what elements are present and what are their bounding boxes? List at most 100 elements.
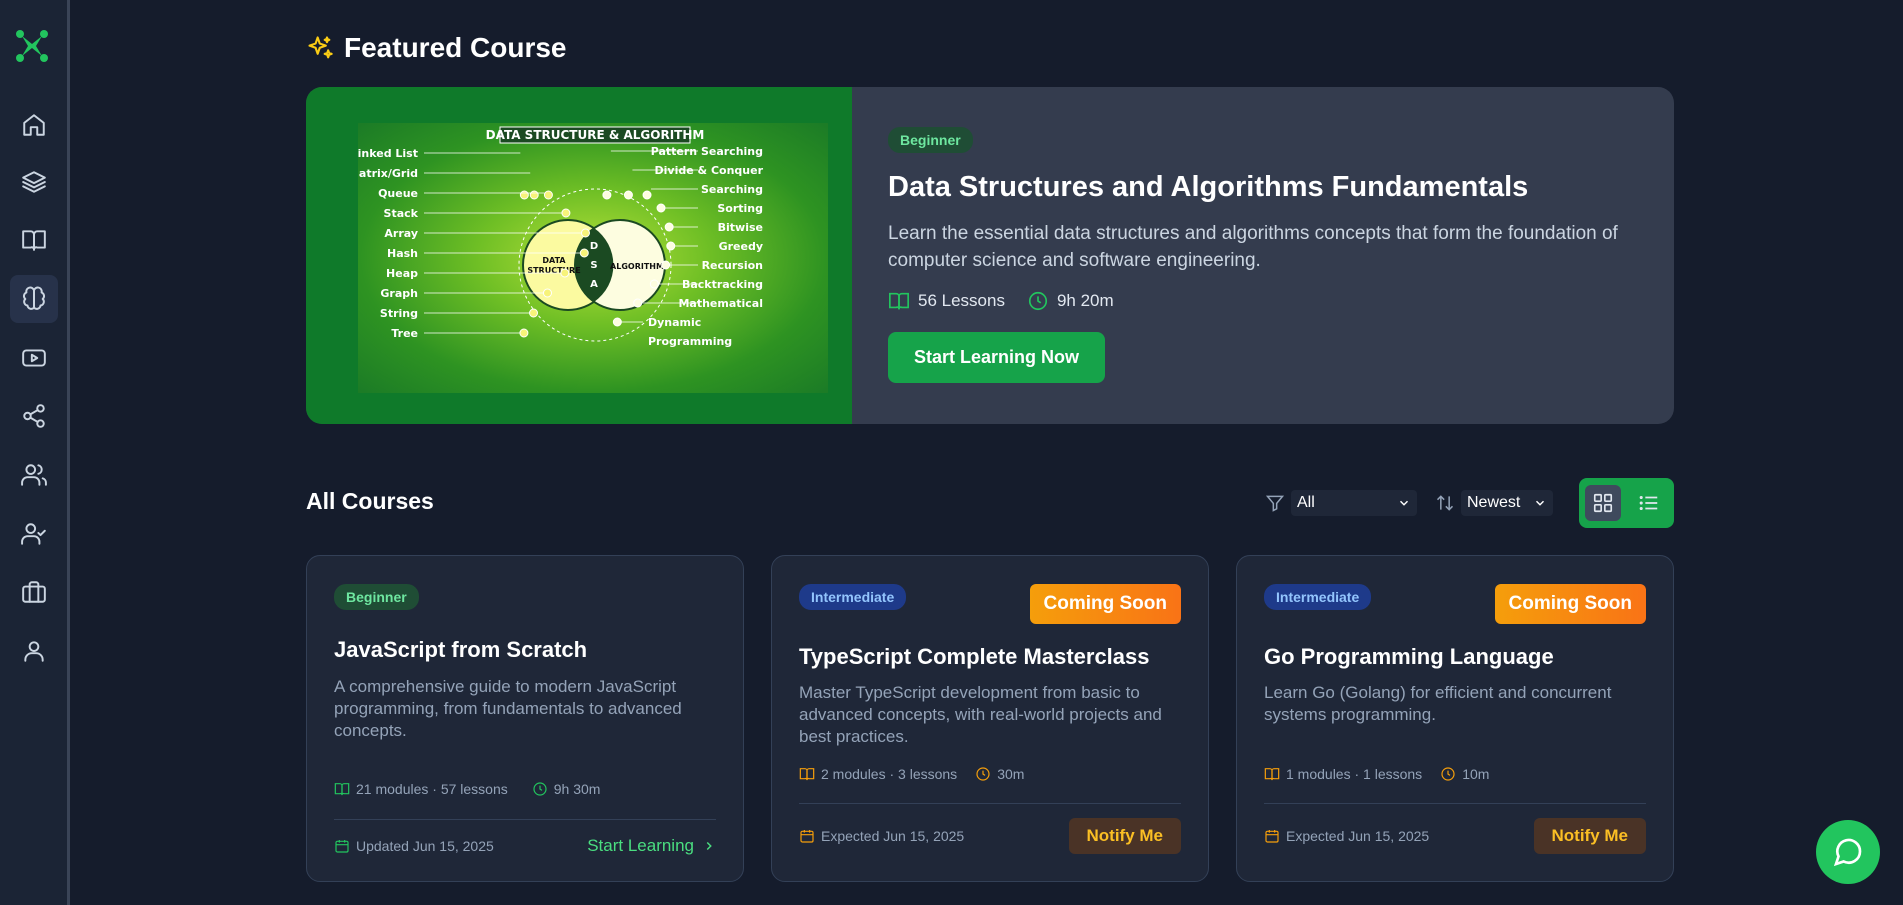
diagram-right-label: Mathematical bbox=[678, 297, 763, 310]
level-badge: Intermediate bbox=[1264, 584, 1372, 610]
filter-icon bbox=[1265, 495, 1285, 512]
featured-course-meta: 56 Lessons 9h 20m bbox=[888, 290, 1628, 312]
featured-course-image: DATA STRUCTURE & ALGORITHM DATA STRUCTUR… bbox=[306, 87, 852, 424]
diagram-node bbox=[529, 308, 539, 318]
course-meta: 1 modules · 1 lessons 10m bbox=[1264, 766, 1489, 782]
card-footer: Updated Jun 15, 2025 Start Learning bbox=[334, 831, 716, 861]
diagram-left-label: Heap bbox=[386, 267, 418, 280]
book-open-icon bbox=[889, 292, 909, 310]
lesson-count: 56 Lessons bbox=[918, 291, 1005, 310]
sidebar-item-home[interactable] bbox=[10, 101, 58, 149]
clock-icon bbox=[533, 782, 547, 796]
svg-text:STRUCTURE: STRUCTURE bbox=[527, 266, 580, 275]
notify-me-button[interactable]: Notify Me bbox=[1068, 818, 1181, 854]
course-title: JavaScript from Scratch bbox=[334, 637, 588, 662]
view-toggle bbox=[1579, 478, 1674, 528]
svg-text:S: S bbox=[590, 260, 597, 271]
diagram-right-label: Divide & Conquer bbox=[655, 164, 764, 177]
sort-icon bbox=[1436, 495, 1454, 511]
calendar-icon bbox=[800, 830, 814, 843]
course-duration: 30m bbox=[997, 766, 1025, 782]
home-icon bbox=[23, 114, 45, 136]
diagram-right-label: Greedy bbox=[719, 240, 763, 253]
featured-section-title: Featured Course bbox=[344, 32, 567, 63]
level-badge: Beginner bbox=[888, 127, 973, 153]
diagram-right-label: Dynamic bbox=[648, 316, 701, 329]
diagram-left-label: Hash bbox=[387, 247, 418, 260]
course-title: Go Programming Language bbox=[1264, 644, 1554, 669]
diagram-right-label: Searching bbox=[701, 183, 763, 196]
svg-text:DATA: DATA bbox=[542, 256, 566, 265]
course-date: Updated Jun 15, 2025 bbox=[334, 838, 494, 854]
coming-soon-badge: Coming Soon bbox=[1494, 584, 1646, 624]
sidebar-item-profile[interactable] bbox=[10, 627, 58, 675]
diagram-left-label: Graph bbox=[380, 287, 418, 300]
diagram-node bbox=[542, 288, 552, 298]
app-logo-icon[interactable] bbox=[12, 28, 52, 64]
book-open-icon bbox=[334, 783, 350, 796]
level-badge: Beginner bbox=[334, 584, 419, 610]
course-card[interactable]: Beginner JavaScript from Scratch A compr… bbox=[306, 555, 744, 882]
sidebar-item-videos[interactable] bbox=[10, 334, 58, 382]
grid-view-button[interactable] bbox=[1585, 485, 1621, 521]
diagram-left-label: Array bbox=[384, 227, 418, 240]
dsa-diagram: DATA STRUCTURE & ALGORITHM DATA STRUCTUR… bbox=[358, 126, 764, 348]
start-learning-now-button[interactable]: Start Learning Now bbox=[888, 332, 1106, 383]
diagram-node bbox=[612, 317, 622, 327]
sparkles-icon bbox=[308, 36, 333, 59]
course-date: Expected Jun 15, 2025 bbox=[1264, 828, 1429, 844]
course-date-text: Updated Jun 15, 2025 bbox=[356, 838, 494, 854]
course-modules: 21 modules · 57 lessons bbox=[356, 781, 508, 797]
course-card[interactable]: Intermediate Coming Soon TypeScript Comp… bbox=[771, 555, 1209, 882]
chat-button[interactable] bbox=[1816, 820, 1880, 884]
chevron-down-icon bbox=[1535, 500, 1545, 506]
diagram-node bbox=[666, 241, 676, 251]
sidebar-item-layers[interactable] bbox=[10, 158, 58, 206]
start-learning-label: Start Learning bbox=[587, 836, 694, 855]
notify-me-button[interactable]: Notify Me bbox=[1533, 818, 1646, 854]
sidebar-item-dsa[interactable] bbox=[10, 275, 58, 323]
course-card[interactable]: Intermediate Coming Soon Go Programming … bbox=[1236, 555, 1674, 882]
sidebar-item-community[interactable] bbox=[10, 451, 58, 499]
list-view-button[interactable] bbox=[1631, 485, 1667, 521]
diagram-node bbox=[561, 208, 571, 218]
diagram-node bbox=[579, 248, 589, 258]
card-footer: Expected Jun 15, 2025 Notify Me bbox=[1264, 818, 1646, 854]
diagram-node bbox=[529, 190, 539, 200]
diagram-title: DATA STRUCTURE & ALGORITHM bbox=[486, 128, 705, 142]
course-meta: 21 modules · 57 lessons 9h 30m bbox=[334, 781, 600, 797]
clock-icon bbox=[1028, 291, 1048, 311]
sidebar-item-courses[interactable] bbox=[10, 216, 58, 264]
sidebar-item-mentors[interactable] bbox=[10, 510, 58, 558]
diagram-right-label: Backtracking bbox=[682, 278, 763, 291]
diagram-node bbox=[519, 328, 529, 338]
calendar-icon bbox=[1265, 830, 1279, 843]
course-title: TypeScript Complete Masterclass bbox=[799, 644, 1150, 669]
divider bbox=[334, 819, 716, 820]
course-description: A comprehensive guide to modern JavaScri… bbox=[334, 677, 682, 740]
sort-select[interactable]: Newest bbox=[1461, 490, 1553, 516]
all-courses-title: All Courses bbox=[306, 488, 434, 514]
diagram-node bbox=[633, 298, 643, 308]
chevron-down-icon bbox=[1399, 500, 1409, 506]
start-learning-link[interactable]: Start Learning bbox=[587, 836, 716, 856]
chevron-right-icon bbox=[706, 841, 712, 851]
book-open-icon bbox=[22, 230, 46, 251]
user-check-icon bbox=[21, 523, 46, 545]
course-duration: 9h 20m bbox=[1056, 291, 1114, 310]
diagram-node bbox=[656, 203, 666, 213]
featured-course-card[interactable]: DATA STRUCTURE & ALGORITHM DATA STRUCTUR… bbox=[306, 87, 1674, 424]
sidebar-item-jobs[interactable] bbox=[10, 568, 58, 616]
diagram-node bbox=[661, 260, 671, 270]
featured-course-description: Learn the essential data structures and … bbox=[888, 223, 1618, 271]
course-modules: 2 modules · 3 lessons bbox=[821, 766, 958, 782]
sidebar-item-share[interactable] bbox=[10, 392, 58, 440]
level-badge: Intermediate bbox=[799, 584, 907, 610]
level-filter-select[interactable]: All bbox=[1291, 490, 1417, 516]
brain-icon bbox=[22, 286, 46, 310]
grid-icon bbox=[1593, 493, 1613, 513]
coming-soon-badge: Coming Soon bbox=[1029, 584, 1181, 624]
featured-section-header: Featured Course bbox=[306, 32, 567, 64]
users-icon bbox=[21, 464, 47, 486]
diagram-node bbox=[580, 228, 590, 238]
